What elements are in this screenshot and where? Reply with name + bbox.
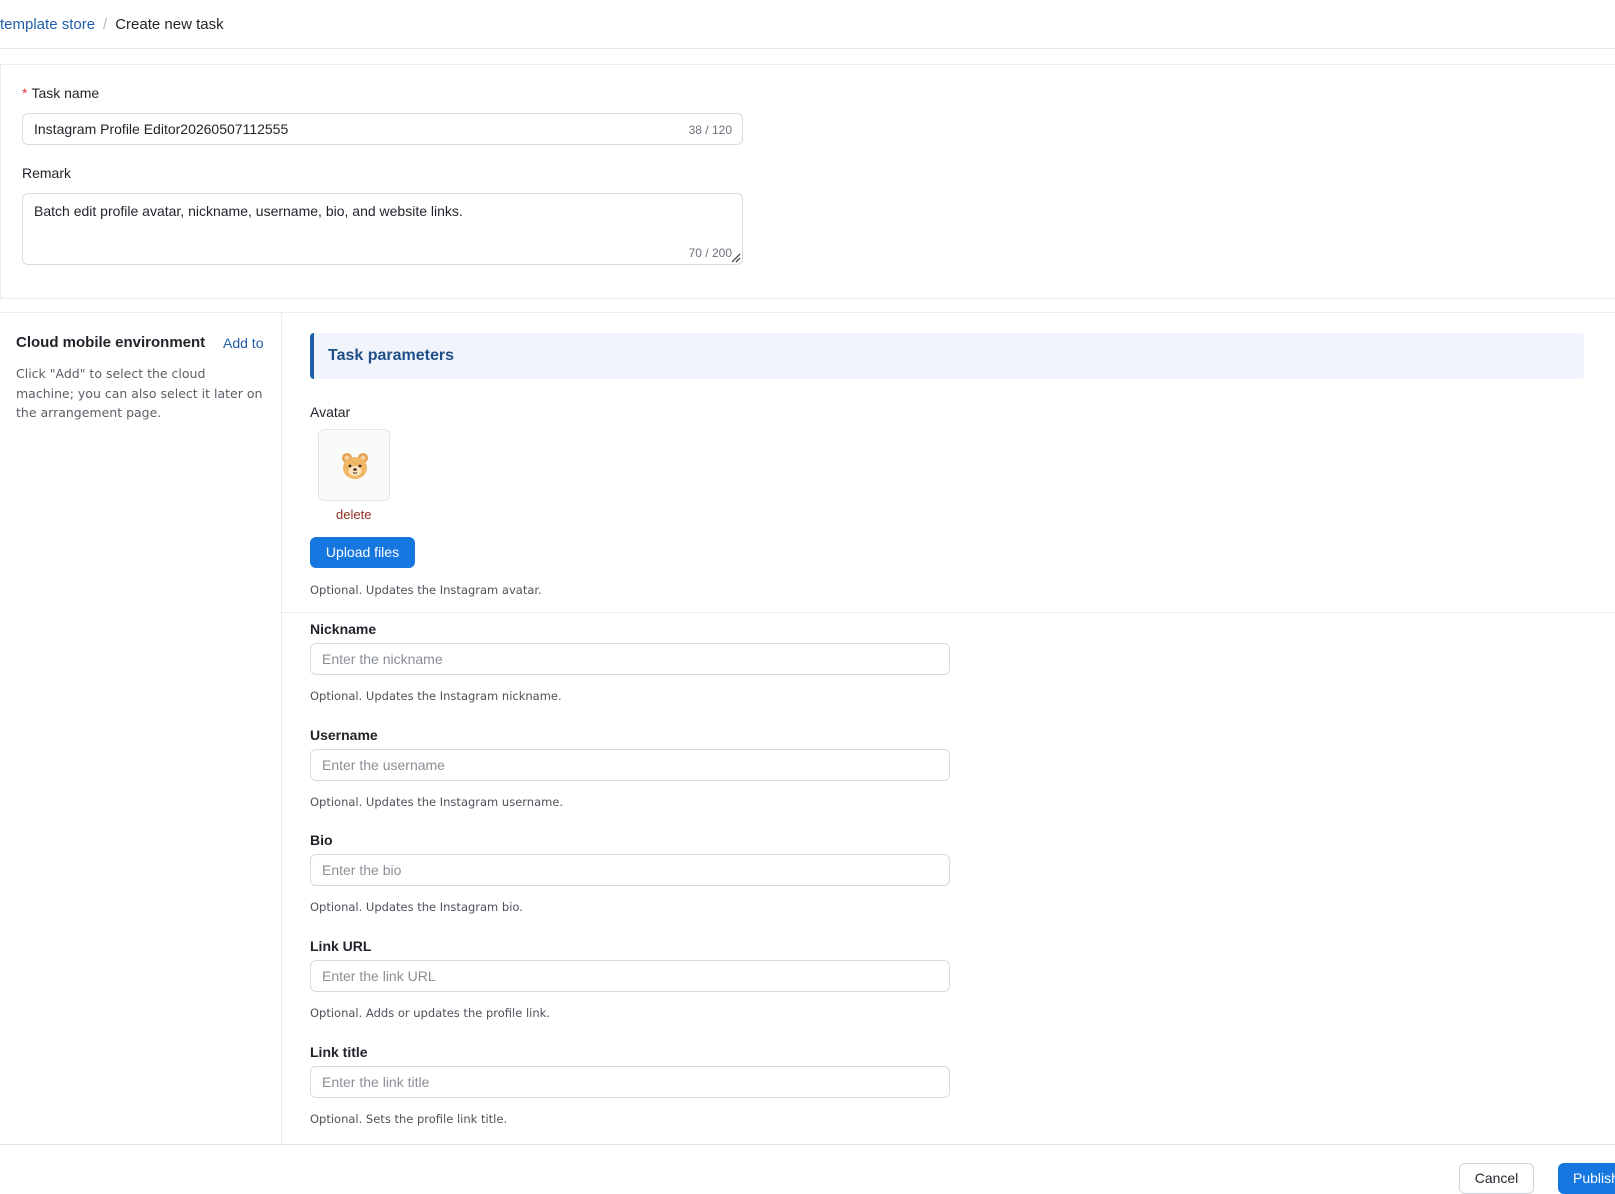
link-url-hint: Optional. Adds or updates the profile li…: [310, 1006, 550, 1020]
nickname-hint: Optional. Updates the Instagram nickname…: [310, 689, 562, 703]
link-url-input[interactable]: [310, 960, 950, 992]
upload-files-button[interactable]: Upload files: [310, 537, 415, 568]
section-divider: [282, 612, 1615, 613]
bio-hint: Optional. Updates the Instagram bio.: [310, 900, 523, 914]
top-bar: template store / Create new task: [0, 0, 1615, 49]
username-hint: Optional. Updates the Instagram username…: [310, 795, 564, 809]
add-cloud-machine-link[interactable]: Add to: [223, 334, 263, 352]
task-parameters-panel: Task parameters Avatar delete Upload fil…: [310, 313, 1600, 1143]
username-input[interactable]: [310, 749, 950, 781]
task-name-label: * Task name: [22, 85, 99, 101]
cloud-environment-description: Click "Add" to select the cloud machine;…: [16, 366, 263, 420]
task-info-card: * Task name Instagram Profile Editor20260…: [0, 64, 1615, 299]
avatar-preview[interactable]: [318, 429, 390, 501]
remark-counter: 70 / 200: [688, 246, 732, 260]
cloud-environment-panel: Cloud mobile environment Add to Click "A…: [0, 313, 282, 1145]
task-name-label-text: Task name: [31, 85, 100, 101]
username-label: Username: [310, 727, 378, 743]
remark-textarea[interactable]: Batch edit profile avatar, nickname, use…: [22, 193, 743, 265]
bio-label: Bio: [310, 832, 333, 848]
task-name-input[interactable]: Instagram Profile Editor20260507112555 3…: [22, 113, 743, 145]
link-title-label: Link title: [310, 1044, 368, 1060]
task-config-card: Cloud mobile environment Add to Click "A…: [0, 312, 1615, 1145]
nickname-input[interactable]: [310, 643, 950, 675]
remark-label: Remark: [22, 165, 72, 181]
create-task-page: template store / Create new task * Task nam…: [0, 0, 1615, 1194]
resize-handle-icon[interactable]: [731, 253, 741, 263]
avatar-delete-link[interactable]: delete: [336, 507, 371, 523]
cloud-environment-title: Cloud mobile environment: [16, 334, 206, 351]
link-title-hint: Optional. Sets the profile link title.: [310, 1112, 508, 1126]
bear-face-icon: [342, 453, 368, 479]
remark-value: Batch edit profile avatar, nickname, use…: [34, 203, 463, 219]
task-name-value: Instagram Profile Editor20260507112555: [34, 121, 289, 137]
bio-input[interactable]: [310, 854, 950, 886]
required-mark: *: [22, 85, 28, 101]
breadcrumb-template-store-link[interactable]: template store: [0, 16, 95, 33]
nickname-label: Nickname: [310, 621, 377, 637]
breadcrumb-separator: /: [103, 16, 108, 33]
footer-bar: Cancel Publish: [0, 1145, 1615, 1194]
publish-button[interactable]: Publish: [1558, 1163, 1615, 1194]
cancel-button[interactable]: Cancel: [1459, 1163, 1534, 1194]
breadcrumb: template store / Create new task: [0, 16, 224, 34]
task-parameters-title: Task parameters: [328, 347, 454, 364]
task-parameters-header: Task parameters: [310, 333, 1584, 379]
breadcrumb-current: Create new task: [115, 16, 224, 33]
link-url-label: Link URL: [310, 938, 372, 954]
avatar-hint: Optional. Updates the Instagram avatar.: [310, 583, 542, 597]
avatar-label: Avatar: [310, 404, 351, 420]
task-name-counter: 38 / 120: [688, 123, 732, 137]
link-title-input[interactable]: [310, 1066, 950, 1098]
